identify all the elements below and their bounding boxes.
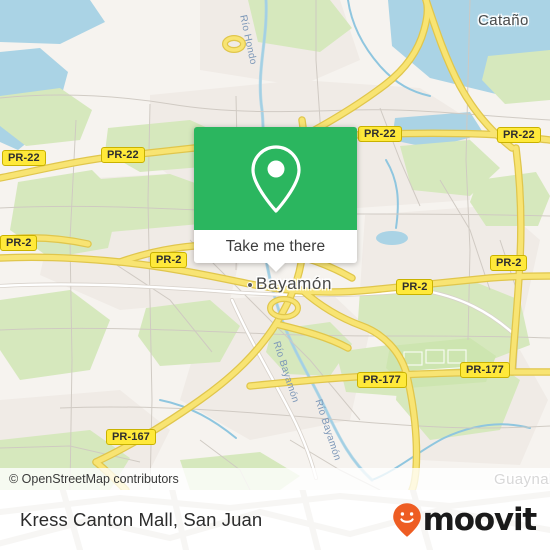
map-canvas[interactable]: Cataño Bayamón Guaynabo Río Hondo Río Ba… <box>0 0 550 490</box>
destination-callout-card[interactable]: Take me there <box>194 127 357 272</box>
attribution-text[interactable]: © OpenStreetMap contributors <box>9 472 179 486</box>
place-label-bayamon: Bayamón <box>256 274 333 293</box>
take-me-there-button[interactable]: Take me there <box>194 230 357 272</box>
road-shield-pr177-west[interactable]: PR-177 <box>357 372 407 388</box>
road-shield-pr177-east[interactable]: PR-177 <box>460 362 510 378</box>
city-dot-bayamon <box>247 282 253 288</box>
destination-title: Kress Canton Mall, San Juan <box>20 509 263 530</box>
road-shield-pr2-center[interactable]: PR-2 <box>150 252 188 268</box>
road-shield-pr22-mideast[interactable]: PR-22 <box>358 126 402 142</box>
map-attribution-bar: © OpenStreetMap contributors <box>0 468 550 490</box>
footer-bar: Kress Canton Mall, San Juan moovit <box>0 490 550 550</box>
road-shield-pr22-west[interactable]: PR-22 <box>2 150 46 166</box>
road-shield-pr22-east[interactable]: PR-22 <box>497 127 541 143</box>
moovit-wordmark: moovit <box>422 501 538 538</box>
map-pin-icon <box>250 144 301 213</box>
moovit-pin-icon <box>392 503 421 537</box>
road-shield-pr2-east[interactable]: PR-2 <box>490 255 528 271</box>
road-shield-pr2-mideast[interactable]: PR-2 <box>396 279 434 295</box>
road-shield-pr2-west[interactable]: PR-2 <box>0 235 38 251</box>
moovit-logo[interactable]: moovit <box>392 501 538 538</box>
take-me-there-label: Take me there <box>225 237 326 255</box>
place-label-catano: Cataño <box>478 12 529 29</box>
map-screen: Cataño Bayamón Guaynabo Río Hondo Río Ba… <box>0 0 550 550</box>
road-shield-pr22-midwest[interactable]: PR-22 <box>101 147 145 163</box>
road-shield-pr167[interactable]: PR-167 <box>106 429 156 445</box>
callout-pin-panel <box>194 127 357 230</box>
callout-tail <box>265 262 286 272</box>
